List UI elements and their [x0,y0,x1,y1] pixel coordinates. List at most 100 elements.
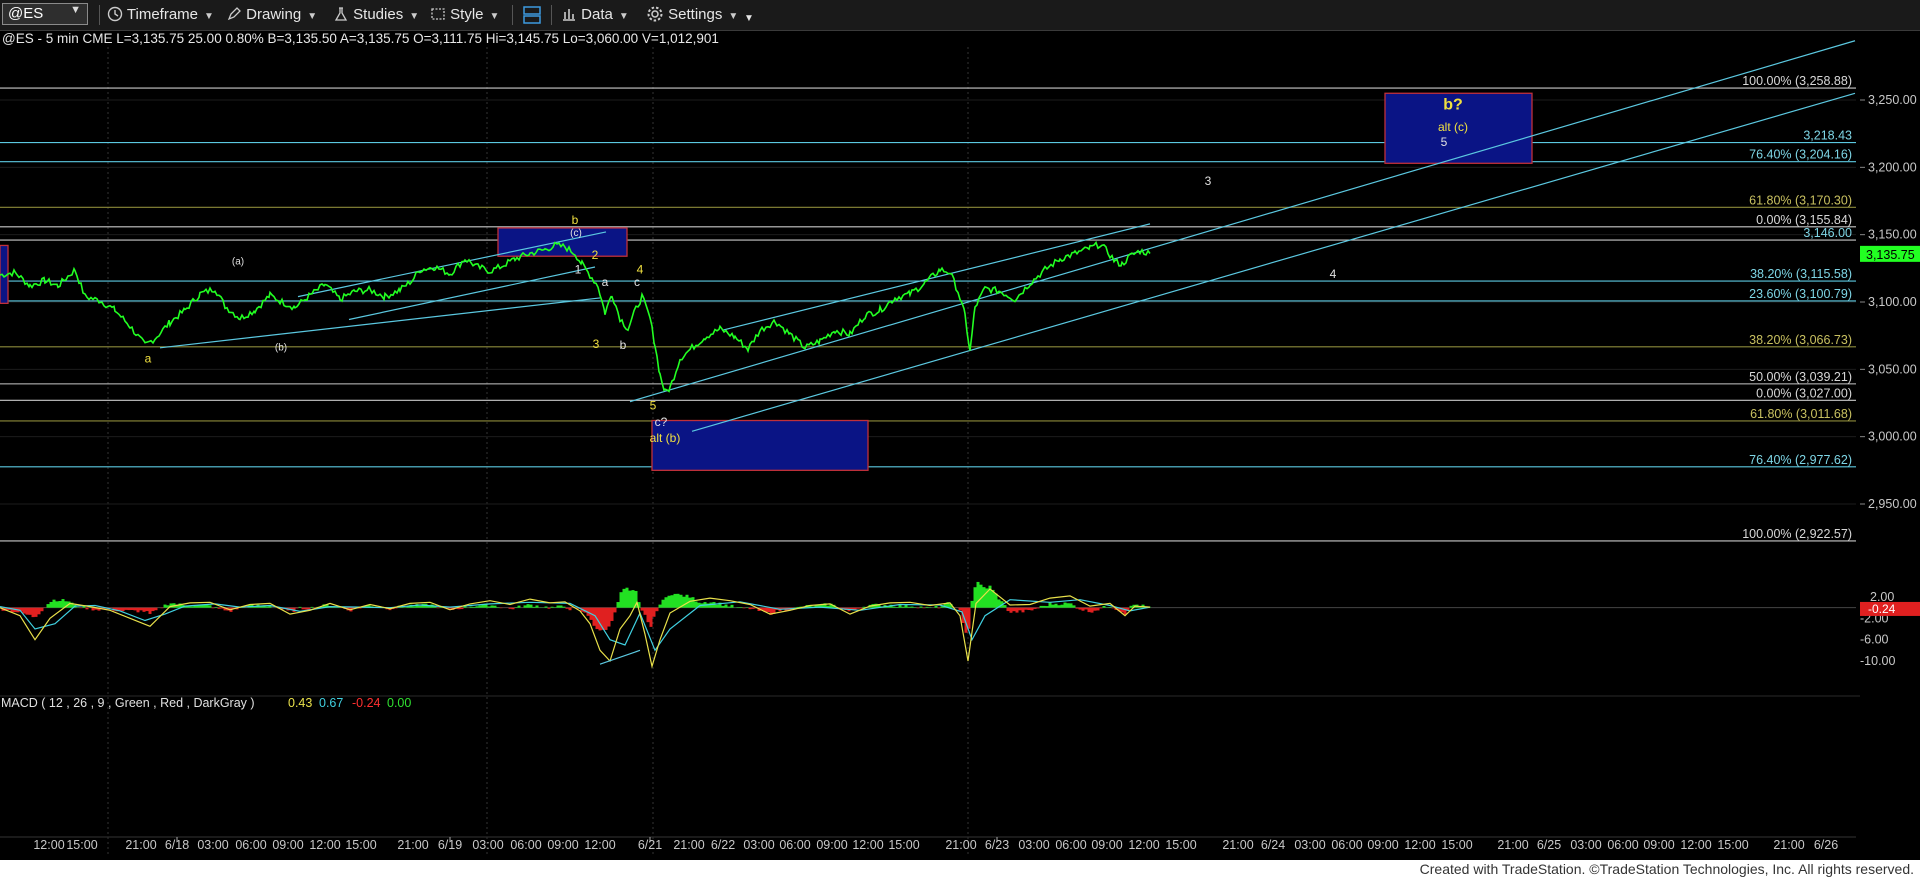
time-tick-label: 12:00 [1680,838,1711,852]
time-tick-label: 09:00 [1091,838,1122,852]
macd-tick-label: -10.00 [1860,654,1895,668]
fib-label: 100.00% (2,922.57) [1742,527,1852,541]
macd-zero-value: 0.00 [387,696,411,710]
wave-label: 3 [1205,174,1212,188]
time-tick-label: 06:00 [235,838,266,852]
price-tick-label: 3,250.00 [1868,93,1917,107]
macd-value: 0.43 [288,696,312,710]
time-tick-label: 12:00 [584,838,615,852]
time-tick-label: 06:00 [1055,838,1086,852]
toolbar-separator [512,5,513,25]
pencil-icon [227,7,241,21]
chevron-down-icon: ▼ [70,4,81,16]
wave-label: 4 [1330,267,1337,281]
style-menu[interactable]: Style ▼ [430,5,499,25]
wave-label: c [634,275,640,289]
settings-label: Settings [668,6,723,23]
level-marker-label: 3,218.43 [1803,129,1852,143]
time-axis: 12:00 15:00 21:00 6/18 03:00 06:00 09:00 12:00 1… [0,836,1856,852]
time-tick-label: 06:00 [779,838,810,852]
fib-label: 100.00% (3,258.88) [1742,74,1852,88]
wave-label: alt (c) [1438,120,1468,134]
wave-label: 5 [650,399,657,413]
time-tick-label: 6/19 [438,838,462,852]
time-tick-label: 21:00 [397,838,428,852]
wave-label: (a) [232,256,244,267]
layout-button[interactable] [521,5,543,25]
time-tick-label: 21:00 [1222,838,1253,852]
toolbar-separator [99,5,100,25]
chevron-down-icon: ▼ [409,11,420,22]
trendline [297,231,607,298]
trendline [348,266,596,321]
target-box [651,419,869,471]
time-tick-label: 03:00 [743,838,774,852]
time-tick-label: 6/22 [711,838,735,852]
time-tick-label: 12:00 [1404,838,1435,852]
fib-label: 38.20% (3,066.73) [1749,333,1852,347]
gear-icon [647,6,663,22]
time-tick-label: 03:00 [1294,838,1325,852]
timeframe-menu[interactable]: Timeframe ▼ [107,5,214,25]
symbol-selector[interactable]: @ES ▼ [2,3,88,25]
data-menu[interactable]: Data ▼ [561,5,629,25]
time-tick-label: 12:00 [1128,838,1159,852]
fib-label: 50.00% (3,039.21) [1749,370,1852,384]
clock-icon [107,6,123,22]
time-tick-label: 12:00 [309,838,340,852]
fib-label: 76.40% (2,977.62) [1749,453,1852,467]
overflow-menu[interactable]: ▼ [744,9,754,29]
time-tick-label: 12:00 [33,838,64,852]
time-tick-label: 12:00 [852,838,883,852]
footer-bar: Created with TradeStation. ©TradeStation… [0,860,1920,879]
price-tick-label: 3,200.00 [1868,160,1917,174]
time-tick-label: 6/25 [1537,838,1561,852]
time-tick-label: 06:00 [510,838,541,852]
fib-levels: 100.00% (3,258.88) 76.40% (3,204.16) 61.80… [0,74,1856,542]
price-chart[interactable]: @ES - 5 min CME L=3,135.75 25.00 0.80% B… [0,31,1920,860]
time-tick-label: 6/26 [1814,838,1838,852]
chevron-down-icon: ▼ [728,11,739,22]
trendline [629,40,1856,403]
timeframe-label: Timeframe [126,6,199,23]
fib-label: 76.40% (3,204.16) [1749,148,1852,162]
chevron-down-icon: ▼ [204,11,214,22]
time-tick-label: 21:00 [945,838,976,852]
time-tick-label: 09:00 [816,838,847,852]
style-label: Style [450,6,484,23]
settings-menu[interactable]: Settings ▼ [646,5,738,25]
time-tick-label: 03:00 [472,838,503,852]
wave-label: 2 [592,248,599,262]
studies-menu[interactable]: Studies ▼ [333,5,419,25]
level-marker-label: 3,146.00 [1803,226,1852,240]
time-tick-label: 15:00 [888,838,919,852]
time-tick-label: 6/21 [638,838,662,852]
drawing-label: Drawing [246,6,302,23]
time-tick-label: 03:00 [1018,838,1049,852]
time-tick-label: 15:00 [345,838,376,852]
time-tick-label: 21:00 [125,838,156,852]
wave-label: (b) [275,342,287,353]
fib-label: 0.00% (3,027.00) [1756,386,1852,400]
time-tick-label: 6/23 [985,838,1009,852]
time-tick-label: 15:00 [1165,838,1196,852]
session-grid [0,47,1856,854]
wave-label: 1 [575,263,582,277]
wave-label: b? [1443,96,1463,113]
drawing-menu[interactable]: Drawing ▼ [226,5,317,25]
wave-label: 3 [593,337,600,351]
bar-chart-icon [563,9,575,21]
fib-label: 0.00% (3,155.84) [1756,213,1852,227]
time-tick-label: 21:00 [1773,838,1804,852]
trendline [159,297,601,349]
wave-label: c? [655,415,668,429]
fib-label: 61.80% (3,011.68) [1750,407,1852,421]
wave-label: b [620,338,627,352]
time-tick-label: 21:00 [673,838,704,852]
time-tick-label: 15:00 [1441,838,1472,852]
time-tick-label: 09:00 [1367,838,1398,852]
price-tick-label: 3,100.00 [1868,295,1917,309]
last-price-label: 3,135.75 [1866,248,1915,262]
macd-diff-value: -0.24 [352,696,381,710]
macd-signal-value: 0.67 [319,696,343,710]
